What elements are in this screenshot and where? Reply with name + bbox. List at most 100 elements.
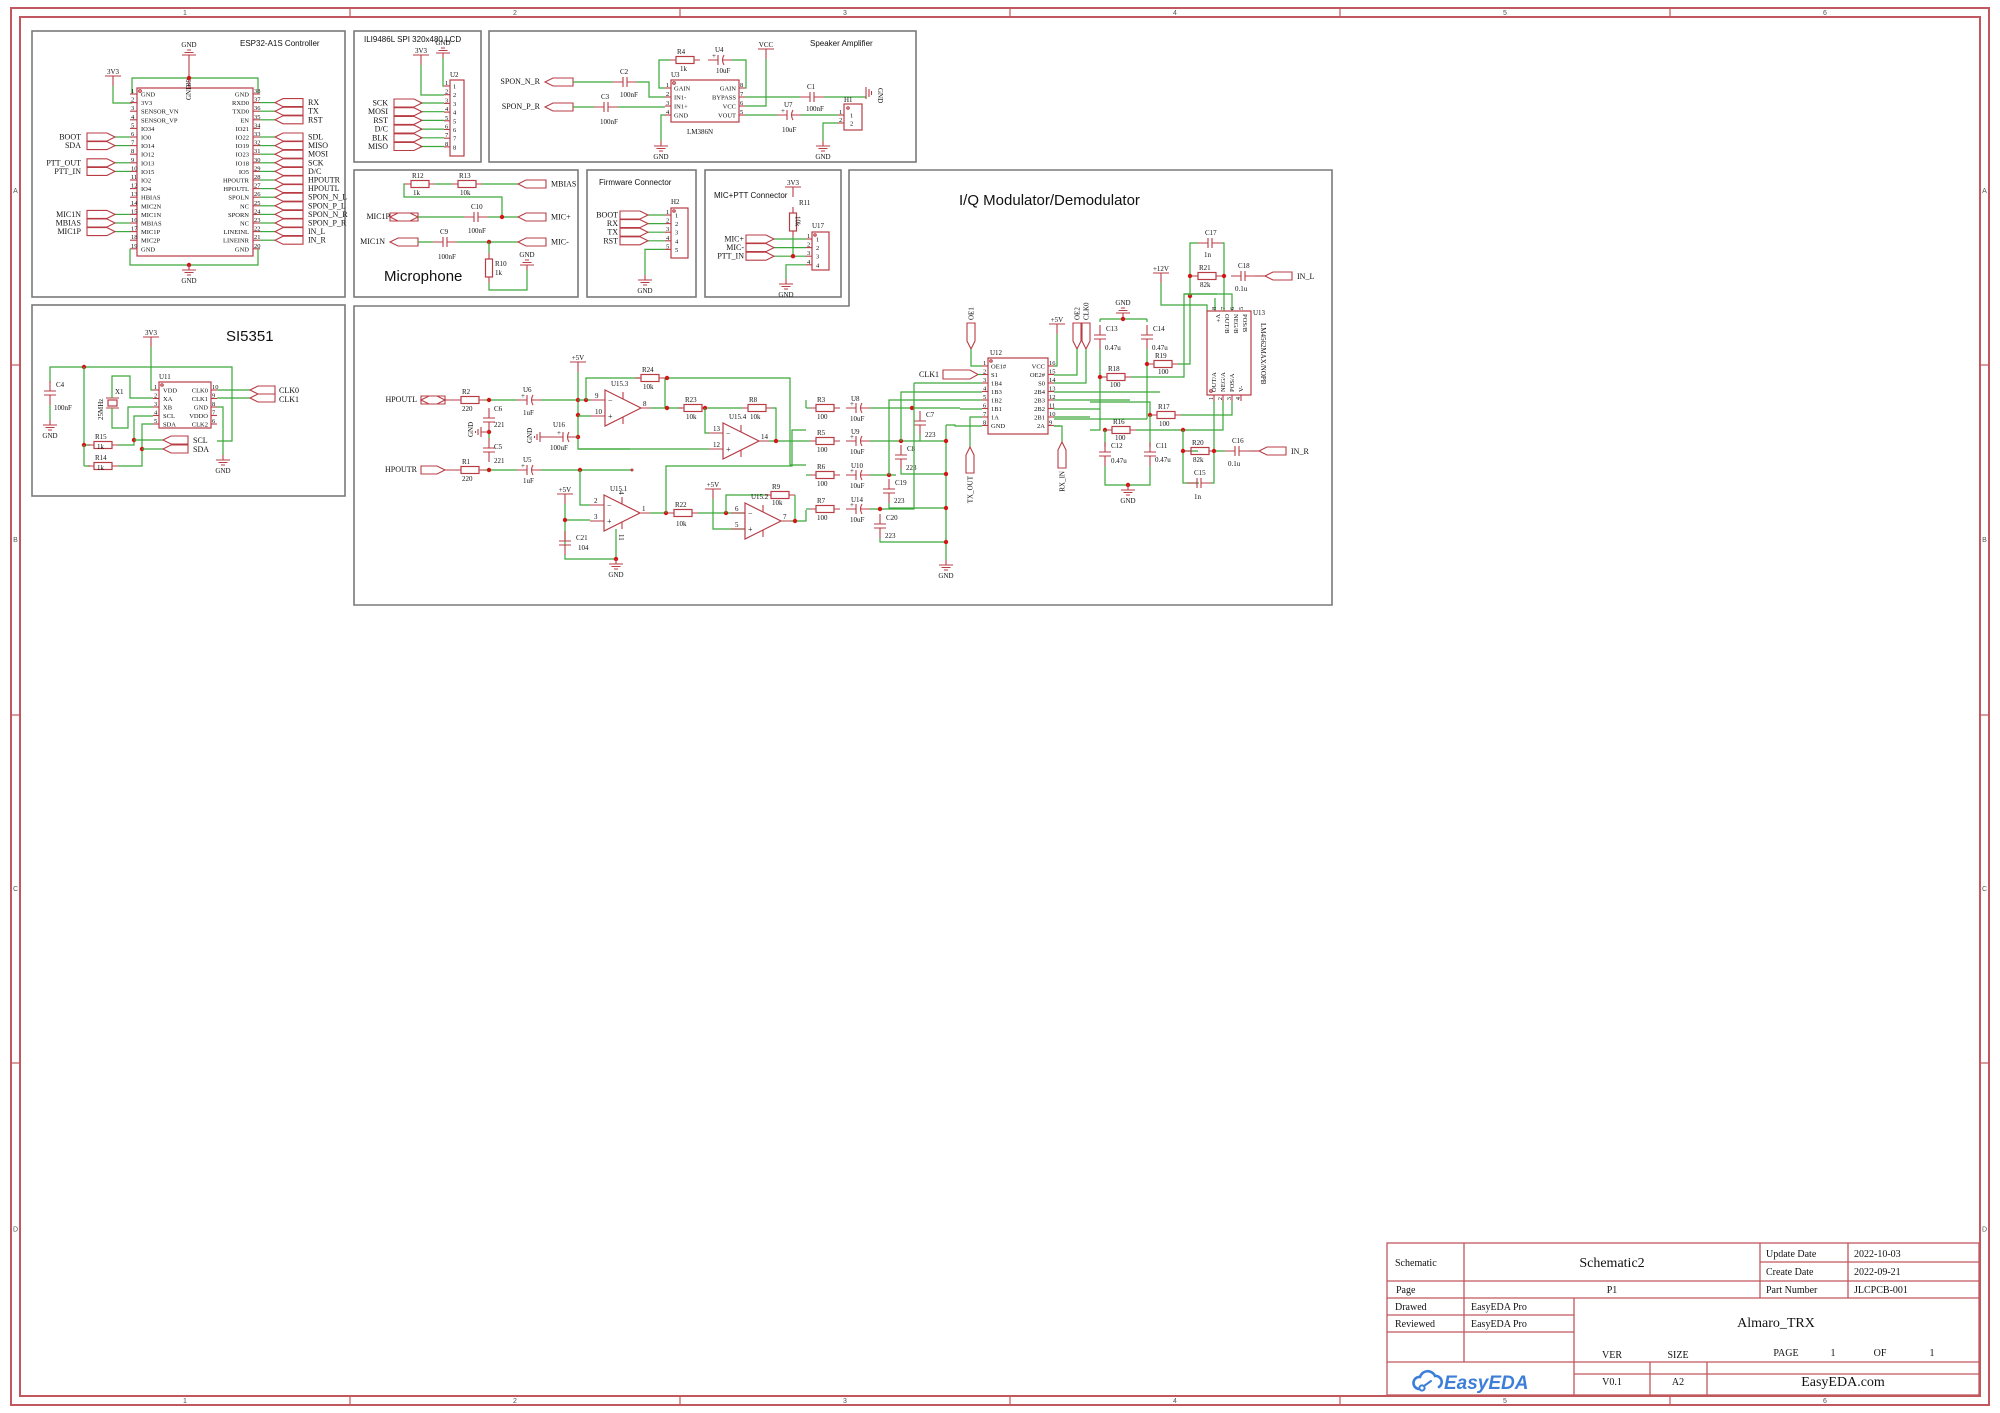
c10-value: 100nF: [468, 227, 486, 235]
top-pin-name: GND: [185, 85, 193, 100]
pin-number: 2: [594, 497, 598, 505]
lead: [939, 560, 953, 571]
esp32-gnd-bottom: GND: [181, 265, 197, 285]
lead: [273, 106, 304, 116]
net-flag-label: MIC1P: [57, 227, 81, 236]
esp32-pin-name: GND: [141, 246, 155, 253]
esp32-pin-number: 9: [131, 157, 134, 164]
h2-pin-label: 3: [675, 230, 678, 237]
pin-name: OUT/A: [1211, 372, 1218, 392]
pin-number: 3: [154, 401, 157, 408]
iq-net-oe1: OE1: [966, 307, 976, 351]
lead: [86, 227, 117, 237]
r19: R19: [1148, 352, 1178, 369]
pin-name: VCC: [723, 104, 736, 111]
resistor-ref: R24: [642, 366, 654, 374]
si5351-net-clk0: CLK0: [279, 386, 299, 395]
lead: [143, 336, 159, 347]
grid-row-label-right: C: [1982, 886, 1987, 893]
u13-part: LM4562MAX/NOPB: [1259, 323, 1267, 385]
net-flag-label: CLK0: [1083, 302, 1091, 320]
capacitor-ref: C17: [1205, 229, 1217, 237]
c21-value: 104: [578, 544, 589, 552]
r18: R18: [1101, 365, 1131, 382]
ground-label: GND: [608, 571, 623, 579]
c16-value: 0.1u: [1228, 460, 1241, 468]
net-flag-label: PTT_IN: [54, 167, 81, 176]
lead: [638, 275, 652, 286]
pin-name: GND: [991, 423, 1005, 430]
tb-size-value: A2: [1672, 1377, 1684, 1388]
lead: [705, 488, 721, 499]
esp32-pin-name: IO19: [236, 143, 249, 150]
esp32-controller: GNDGND393V31 GND2 3V33 SENSOR_VN4 SENSOR_VP5…: [46, 41, 348, 285]
lead: [883, 488, 895, 494]
esp32-pin-name: IO21: [236, 126, 249, 133]
lead: [273, 141, 304, 151]
pin-name: 2B3: [1034, 398, 1045, 405]
ground-label: GND: [653, 153, 668, 161]
inverting-input-mark: −: [748, 509, 753, 518]
lcd-net-mosi: MOSI: [368, 107, 424, 117]
iq-net-in-r: IN_R: [1291, 447, 1309, 456]
resistor-ref: R16: [1113, 418, 1125, 426]
tb-create-date: 2022-09-21: [1854, 1267, 1901, 1278]
wire: [578, 399, 591, 417]
esp32-pin-number: 15: [131, 208, 138, 215]
resistor-value: 100: [817, 480, 828, 488]
c19-value: 223: [894, 497, 905, 505]
resistor-body: [1156, 410, 1176, 420]
resistor-body: [673, 508, 693, 518]
c14-value: 0.47u: [1152, 344, 1168, 352]
wire: [420, 65, 444, 96]
esp32-pin-name: EN: [240, 117, 249, 124]
pin-number: 5: [154, 418, 157, 425]
capacitor-ref: U7: [784, 101, 793, 109]
pin-number: 9: [212, 393, 215, 400]
lcd-pin-label: 1: [453, 84, 456, 91]
wire: [822, 122, 838, 141]
si5351-circuit: U111 VDD2 XA3 XB4 SCL5 SDA10CLK09CLK18GND7VDD…: [42, 329, 299, 475]
tb-part-number: JLCPCB-001: [1854, 1285, 1908, 1296]
pin-name: POS/A: [1229, 373, 1236, 392]
lead: [1257, 446, 1287, 456]
power-label: +5V: [1051, 316, 1064, 324]
x1-ref: X1: [115, 388, 124, 396]
lead: [619, 210, 650, 220]
net-flag-label: IN_R: [308, 236, 326, 245]
lcd-designator: U2: [450, 71, 459, 79]
ground-label: GND: [42, 432, 57, 440]
lead: [182, 49, 196, 60]
u15-3: − +9 10 8 U15.3: [591, 380, 651, 427]
esp32-pin-number: 2: [131, 97, 134, 104]
grid-column-label-bottom: 3: [843, 1398, 847, 1405]
wire: [772, 407, 777, 441]
junction-dot: [1120, 316, 1126, 322]
lead: [1121, 485, 1135, 496]
wire: [1181, 401, 1233, 416]
r22-value: 10k: [676, 520, 687, 528]
resistor-ref: R1: [462, 458, 471, 466]
c2: C2: [613, 68, 637, 87]
tb-page-of-label: PAGE: [1773, 1348, 1798, 1359]
esp32-pin-name: IO23: [236, 152, 249, 159]
pin-name: SCL: [163, 413, 175, 420]
net-flag-label: MOSI: [368, 107, 388, 116]
pin-number: 1: [642, 505, 646, 513]
c5-ref: C5: [494, 443, 503, 451]
lead: [86, 209, 117, 219]
non-inverting-input-mark: +: [748, 525, 753, 534]
iq-net-clk0: CLK0: [1081, 302, 1091, 351]
wire: [134, 439, 163, 450]
lead: [248, 393, 276, 403]
si5351-gnd-chip: GND: [215, 455, 231, 475]
mic-net-micp: MIC+: [516, 212, 571, 222]
mic-gnd: GND: [519, 251, 535, 270]
c8-value: 223: [906, 464, 917, 472]
pin-name: S1: [991, 372, 998, 379]
grid-row-label-left: D: [13, 1227, 18, 1234]
logo-text: EasyEDA: [1444, 1373, 1529, 1394]
lead: [273, 201, 304, 211]
lead: [273, 149, 304, 159]
r17-value: 100: [1159, 420, 1170, 428]
